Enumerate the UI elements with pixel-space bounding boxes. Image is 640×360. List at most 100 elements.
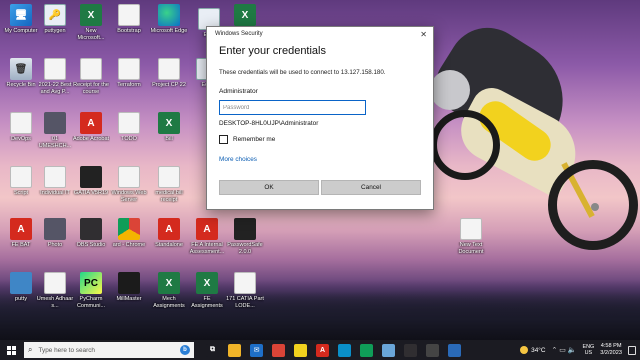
desktop-icon-label: Individual IT [40, 190, 70, 196]
notification-icon[interactable] [628, 345, 636, 355]
desktop-icon-label: MillMaster [116, 296, 142, 302]
desktop-icon[interactable]: X New Microsoft... [72, 4, 110, 41]
domain-user-label: DESKTOP-8HL0UJP\Administrator [219, 120, 319, 127]
desktop-icon[interactable]: Bootstrap [110, 4, 148, 41]
desktop-icon[interactable]: Project CP 22 [150, 58, 188, 95]
language-indicator[interactable]: ENG US [583, 344, 595, 356]
desktop-icon[interactable]: 🖥 My Computer [2, 4, 40, 41]
remember-me-row[interactable]: Remember me [219, 135, 433, 144]
chrome-icon[interactable] [360, 343, 373, 357]
mail-icon[interactable]: ✉ [250, 343, 263, 357]
pdf-icon: A [196, 218, 218, 240]
desktop-icon[interactable]: GATIA V5R19 [72, 166, 110, 203]
desktop-icon[interactable]: OBS Studio [72, 218, 110, 255]
desktop-icon[interactable]: Photo [36, 218, 74, 255]
username-label: Administrator [219, 88, 258, 95]
desktop-icon[interactable]: Terraform [110, 58, 148, 95]
dialog-message: These credentials will be used to connec… [219, 69, 386, 76]
desktop-icon-label: Windows Web Server [111, 190, 147, 203]
millmaster-icon [118, 272, 140, 294]
desktop-icon[interactable]: Microsoft Edge [150, 4, 188, 41]
desktop-icon-label: putty [15, 296, 27, 302]
document-icon [118, 58, 140, 80]
more-choices-link[interactable]: More choices [219, 156, 433, 163]
desktop-icon-label: My Computer [4, 28, 38, 34]
desktop-icon-label: Photo [47, 242, 63, 248]
clock[interactable]: 4:58 PM 3/2/2023 [600, 343, 622, 357]
desktop-icon[interactable]: A Standalone [150, 218, 188, 255]
notepad-icon[interactable] [382, 343, 395, 357]
desktop-icon[interactable]: Individual IT [36, 166, 74, 203]
obs-icon[interactable] [404, 343, 417, 357]
desktop-icon-label: Terraform [117, 82, 141, 88]
document-icon [10, 112, 32, 134]
desktop-icon-label: Mech Assignments [153, 296, 185, 309]
desktop-icon[interactable]: PasswordSafe 2.0.0 [226, 218, 264, 255]
desktop-icon[interactable]: medical bill receipt [150, 166, 188, 203]
acrobat-icon[interactable]: A [316, 343, 329, 357]
desktop-icon[interactable]: TODO [110, 112, 148, 149]
desktop-icon[interactable]: A FE BAT [2, 218, 40, 255]
desktop-icon[interactable]: Receipt for the course [72, 58, 110, 95]
desktop-icon-label: Script [13, 190, 29, 196]
taskbar-pinned-apps: ⧉ ✉ A [206, 343, 461, 357]
ok-button[interactable]: OK [219, 180, 319, 195]
desktop-icon[interactable]: New Text Document [452, 218, 490, 255]
taskbar: ⌕ Type here to search b ⧉ ✉ A 34°C ⌃ ▭ 🔈 E… [0, 340, 640, 360]
remember-me-checkbox[interactable] [219, 135, 228, 144]
bing-icon[interactable]: b [180, 345, 190, 355]
desktop-icon[interactable]: 🗑 Recycle Bin [2, 58, 40, 95]
start-button[interactable] [0, 340, 22, 360]
desktop-icon[interactable]: ard - Chrome [110, 218, 148, 255]
text-document-icon [460, 218, 482, 240]
desktop-icon[interactable]: 2021-22 Best and Avg P... [36, 58, 74, 95]
desktop-icon[interactable]: putty [2, 272, 40, 309]
dialog-window-title: Windows Security [215, 31, 263, 37]
desktop-icon-label: puttygen [44, 28, 66, 34]
remember-me-label[interactable]: Remember me [233, 136, 275, 143]
excel-icon: X [80, 4, 102, 26]
desktop-icon-label: ard - Chrome [112, 242, 146, 248]
taskbar-search[interactable]: ⌕ Type here to search b [24, 342, 194, 358]
search-placeholder[interactable]: Type here to search [38, 347, 180, 354]
desktop-icon[interactable]: X Bill [150, 112, 188, 149]
desktop-icon[interactable]: Windows Web Server [110, 166, 148, 203]
remote-desktop-icon[interactable] [448, 343, 461, 357]
desktop-icon[interactable]: X Mech Assignments [150, 272, 188, 309]
desktop-icon[interactable]: MillMaster [110, 272, 148, 309]
chrome-icon[interactable] [272, 343, 285, 357]
windows-logo-icon [6, 345, 16, 355]
desktop-icon[interactable]: Script [2, 166, 40, 203]
close-icon[interactable]: ✕ [420, 30, 427, 39]
document-icon [158, 58, 180, 80]
desktop-icon[interactable]: A FE A Internal Assessment... [188, 218, 226, 255]
pdf-icon: A [158, 218, 180, 240]
task-view-icon[interactable]: ⧉ [206, 343, 219, 357]
credentials-dialog: Windows Security ✕ Enter your credential… [206, 26, 434, 210]
cancel-button[interactable]: Cancel [321, 180, 421, 195]
tray-icons[interactable]: ⌃ ▭ 🔈 [551, 346, 576, 354]
obs-icon [80, 218, 102, 240]
desktop-icon[interactable]: X FE Assignments [188, 272, 226, 309]
desktop-icon[interactable]: DevOps [2, 112, 40, 149]
weather-widget[interactable]: 34°C [520, 346, 545, 354]
desktop-icon[interactable]: 171 CATIA Part LODE... [226, 272, 264, 309]
pycharm-icon: PC [80, 272, 102, 294]
terminal-icon[interactable] [426, 343, 439, 357]
desktop-icon[interactable]: PC PyCharm Communi... [72, 272, 110, 309]
desktop-icon[interactable]: Umesh Adhaar s... [36, 272, 74, 309]
desktop-icon-label: Standalone [155, 242, 183, 248]
passwordsafe-icon [234, 218, 256, 240]
desktop-icon-label: New Microsoft... [77, 28, 105, 41]
password-input[interactable] [219, 100, 366, 115]
desktop-icon[interactable]: 🔑 puttygen [36, 4, 74, 41]
edge-icon[interactable] [338, 343, 351, 357]
sticky-notes-icon[interactable] [294, 343, 307, 357]
desktop-icon-label: OBS Studio [76, 242, 106, 248]
desktop-icon[interactable]: 01 UMESHCH... [36, 112, 74, 149]
desktop-icon[interactable]: A Adobe Acrobat [72, 112, 110, 149]
desktop-icon-label: FE Assignments [191, 296, 223, 309]
photo-icon [44, 112, 66, 134]
file-explorer-icon[interactable] [228, 343, 241, 357]
edge-icon [158, 4, 180, 26]
